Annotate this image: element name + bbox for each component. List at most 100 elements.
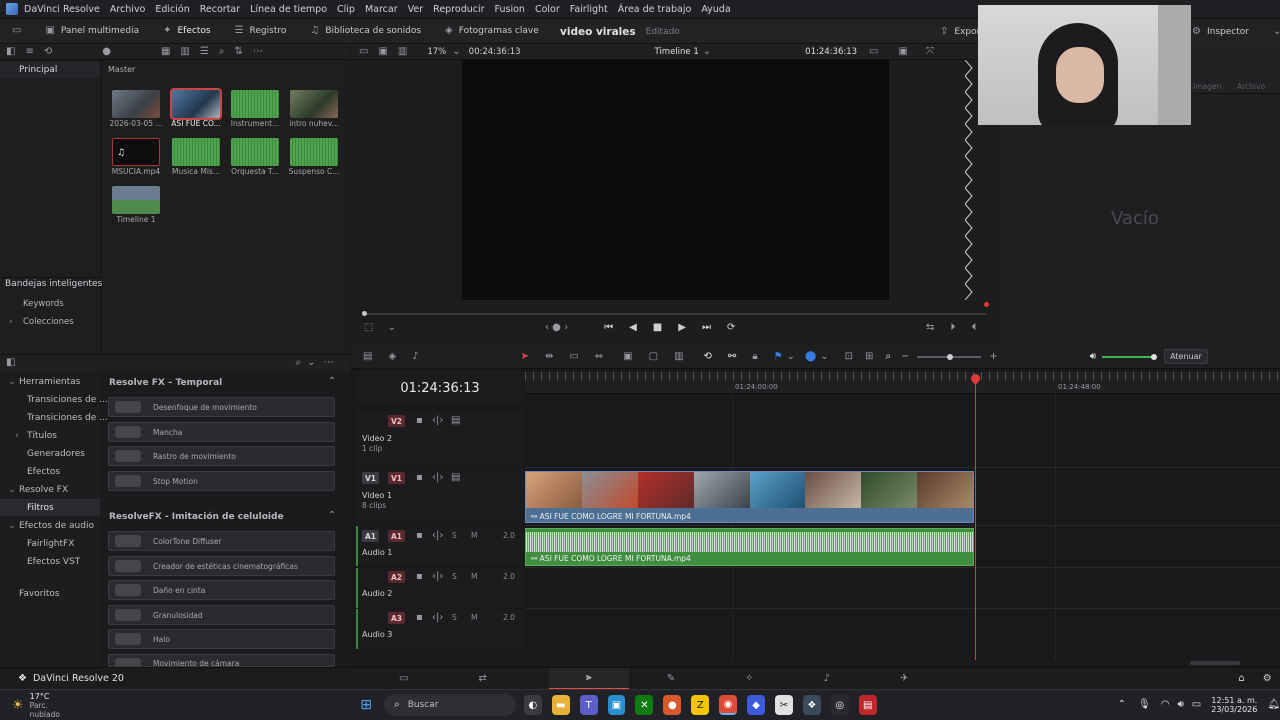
taskbar-search[interactable]: ⌕ Buscar <box>384 694 516 716</box>
track-tag-a2[interactable]: A2 <box>388 571 405 583</box>
mute-track-button[interactable]: M <box>471 531 477 540</box>
fx-item[interactable]: ColorTone Diffuser <box>108 531 335 551</box>
menu-fairlight[interactable]: Fairlight <box>570 4 608 15</box>
audio-clip[interactable]: ⚯ ASI FUE COMO LOGRE MI FORTUNA.mp4 <box>525 528 974 566</box>
deliver-page-icon[interactable]: ✈ <box>900 673 908 684</box>
prev-edit-icon[interactable]: ⏴ <box>971 323 976 333</box>
chevron-down-icon[interactable]: ⌄ <box>787 351 795 362</box>
crop-icon[interactable]: ⬚ <box>364 323 373 333</box>
tray-chevron-icon[interactable]: ⌃ <box>1118 700 1126 710</box>
track-display-icon[interactable]: ▤ <box>451 416 460 426</box>
chevron-down-icon[interactable]: ⌄ <box>703 46 711 57</box>
speaker-icon[interactable]: 🔊︎ <box>1090 351 1096 362</box>
clip-thumbnail[interactable] <box>290 90 338 118</box>
match-frame-icon[interactable]: ⇆ <box>926 323 934 333</box>
color-page-icon[interactable]: ✧ <box>745 673 753 684</box>
fx-category-transiciones-audio[interactable]: Transiciones de ... <box>27 413 108 423</box>
volume-slider-handle[interactable] <box>1151 353 1158 360</box>
thumbnail-view-icon[interactable]: ▦ <box>161 46 170 57</box>
zoom-slider[interactable] <box>917 353 982 360</box>
menu-ayuda[interactable]: Ayuda <box>701 4 730 15</box>
lock-track-icon[interactable]: ▪ <box>416 531 423 541</box>
chevron-down-icon[interactable]: ⌄ <box>820 351 828 362</box>
lock-track-icon[interactable]: ▪ <box>416 572 423 582</box>
mute-track-button[interactable]: M <box>471 572 477 581</box>
sync-icon[interactable]: ⟲ <box>44 46 52 57</box>
menu-recortar[interactable]: Recortar <box>200 4 240 15</box>
fx-category-fairlightfx[interactable]: FairlightFX <box>27 539 74 549</box>
zoom-slider-icon[interactable]: ● <box>102 46 111 57</box>
windows-start-icon[interactable]: ⊞ <box>357 695 375 715</box>
chevron-down-icon[interactable]: ⌄ <box>8 377 16 387</box>
jog-icon[interactable]: ‹ ● › <box>545 323 568 333</box>
fx-category-transiciones-video[interactable]: Transiciones de ... <box>27 395 108 405</box>
lock-track-icon[interactable]: ▪ <box>416 416 423 426</box>
more-icon[interactable]: ⋯ <box>323 358 333 368</box>
capcut-icon[interactable]: ✂ <box>775 695 793 715</box>
taskbar-clock[interactable]: 12:51 a. m. 23/03/2026 <box>1211 696 1257 714</box>
bin-principal[interactable]: Principal <box>0 62 100 78</box>
insert-icon[interactable]: ▣ <box>623 351 632 362</box>
aspect-icon[interactable]: ▭ <box>869 46 878 57</box>
menu-clip[interactable]: Clip <box>337 4 355 15</box>
ripple-icon[interactable]: ◈ <box>388 351 396 362</box>
timeline-name[interactable]: Timeline 1 <box>655 47 699 57</box>
fx-category-herramientas[interactable]: Herramientas <box>19 377 80 387</box>
fx-category-generadores[interactable]: Generadores <box>27 449 85 459</box>
weather-widget[interactable]: 17°C Parc. nublado <box>30 692 76 719</box>
chevron-down-icon[interactable]: ⌄ <box>307 358 315 368</box>
collapse-icon[interactable]: ⌃ <box>328 511 336 521</box>
file-explorer-icon[interactable]: ▬ <box>551 695 570 715</box>
transform-icon[interactable]: ⤧ <box>926 46 934 57</box>
tab-file[interactable]: Archivo <box>1237 82 1265 91</box>
timeline-ruler[interactable] <box>525 372 1280 394</box>
replace-icon[interactable]: ▥ <box>674 351 683 362</box>
auto-select-icon[interactable]: ‹|› <box>432 416 443 426</box>
chevron-right-icon[interactable]: › <box>9 317 12 327</box>
chevron-down-icon[interactable]: ⌄ <box>452 46 460 57</box>
fx-category-titulos[interactable]: Títulos <box>27 431 57 441</box>
chevron-down-icon[interactable]: ⌄ <box>8 521 16 531</box>
next-edit-icon[interactable]: ⏵ <box>950 323 955 333</box>
zoom-slider-handle[interactable] <box>947 353 954 360</box>
link-icon[interactable]: ⚯ <box>728 351 736 362</box>
audio-clip-thumbnail[interactable] <box>231 138 279 166</box>
photos-icon[interactable]: ▣ <box>607 695 626 715</box>
audio-clip-thumbnail[interactable]: ♫ <box>112 138 160 166</box>
volume-slider[interactable] <box>1102 353 1158 360</box>
first-frame-icon[interactable]: ⏮ <box>604 323 613 333</box>
edge-app-icon[interactable]: ◐ <box>523 695 542 715</box>
notification-icon[interactable]: 🔔︎ <box>1267 700 1280 710</box>
effects-button[interactable]: ✦ Efectos <box>151 19 222 43</box>
trim-icon[interactable]: ⇹ <box>545 351 553 362</box>
obs-icon[interactable]: ◎ <box>830 695 849 715</box>
auto-select-icon[interactable]: ‹|› <box>432 531 443 541</box>
menu-linea-tiempo[interactable]: Línea de tiempo <box>250 4 327 15</box>
app-blue-icon[interactable]: ◆ <box>747 695 766 715</box>
menu-app[interactable]: DaVinci Resolve <box>24 4 100 15</box>
fx-item[interactable]: Movimiento de cámara <box>108 654 335 667</box>
monitor-icon[interactable]: ▣ <box>898 46 907 57</box>
audio-clip-thumbnail[interactable] <box>231 90 279 118</box>
fx-category-filtros[interactable]: Filtros <box>27 503 54 513</box>
search-icon[interactable]: ⌕ <box>219 46 225 57</box>
settings-icon[interactable]: ⚙ <box>1263 673 1272 684</box>
app-z-icon[interactable]: Z <box>691 695 710 715</box>
search-icon[interactable]: ⌕ <box>295 358 301 368</box>
edit-page-tab[interactable]: ⫸ <box>548 667 629 690</box>
more-icon[interactable]: ⋯ <box>253 46 263 57</box>
fx-category-efectos[interactable]: Efectos <box>27 467 60 477</box>
menu-marcar[interactable]: Marcar <box>365 4 398 15</box>
menu-archivo[interactable]: Archivo <box>110 4 146 15</box>
fx-item[interactable]: Mancha <box>108 422 335 442</box>
fx-favorites[interactable]: Favoritos <box>19 589 60 599</box>
track-tag-v2[interactable]: V2 <box>388 415 405 427</box>
zoom-detail-icon[interactable]: ⊞ <box>865 351 873 362</box>
loop-icon[interactable]: ⟳ <box>727 323 735 333</box>
auto-select-icon[interactable]: ‹|› <box>432 572 443 582</box>
video-clip[interactable]: ⚯ ASI FUE COMO LOGRE MI FORTUNA.mp4 <box>525 471 974 523</box>
wifi-icon[interactable]: ◠ <box>1161 700 1170 710</box>
fx-item[interactable]: Desenfoque de movimiento <box>108 397 335 417</box>
zoom-full-icon[interactable]: ⊡ <box>845 351 853 362</box>
chevron-down-icon[interactable]: ⌄ <box>387 323 395 333</box>
